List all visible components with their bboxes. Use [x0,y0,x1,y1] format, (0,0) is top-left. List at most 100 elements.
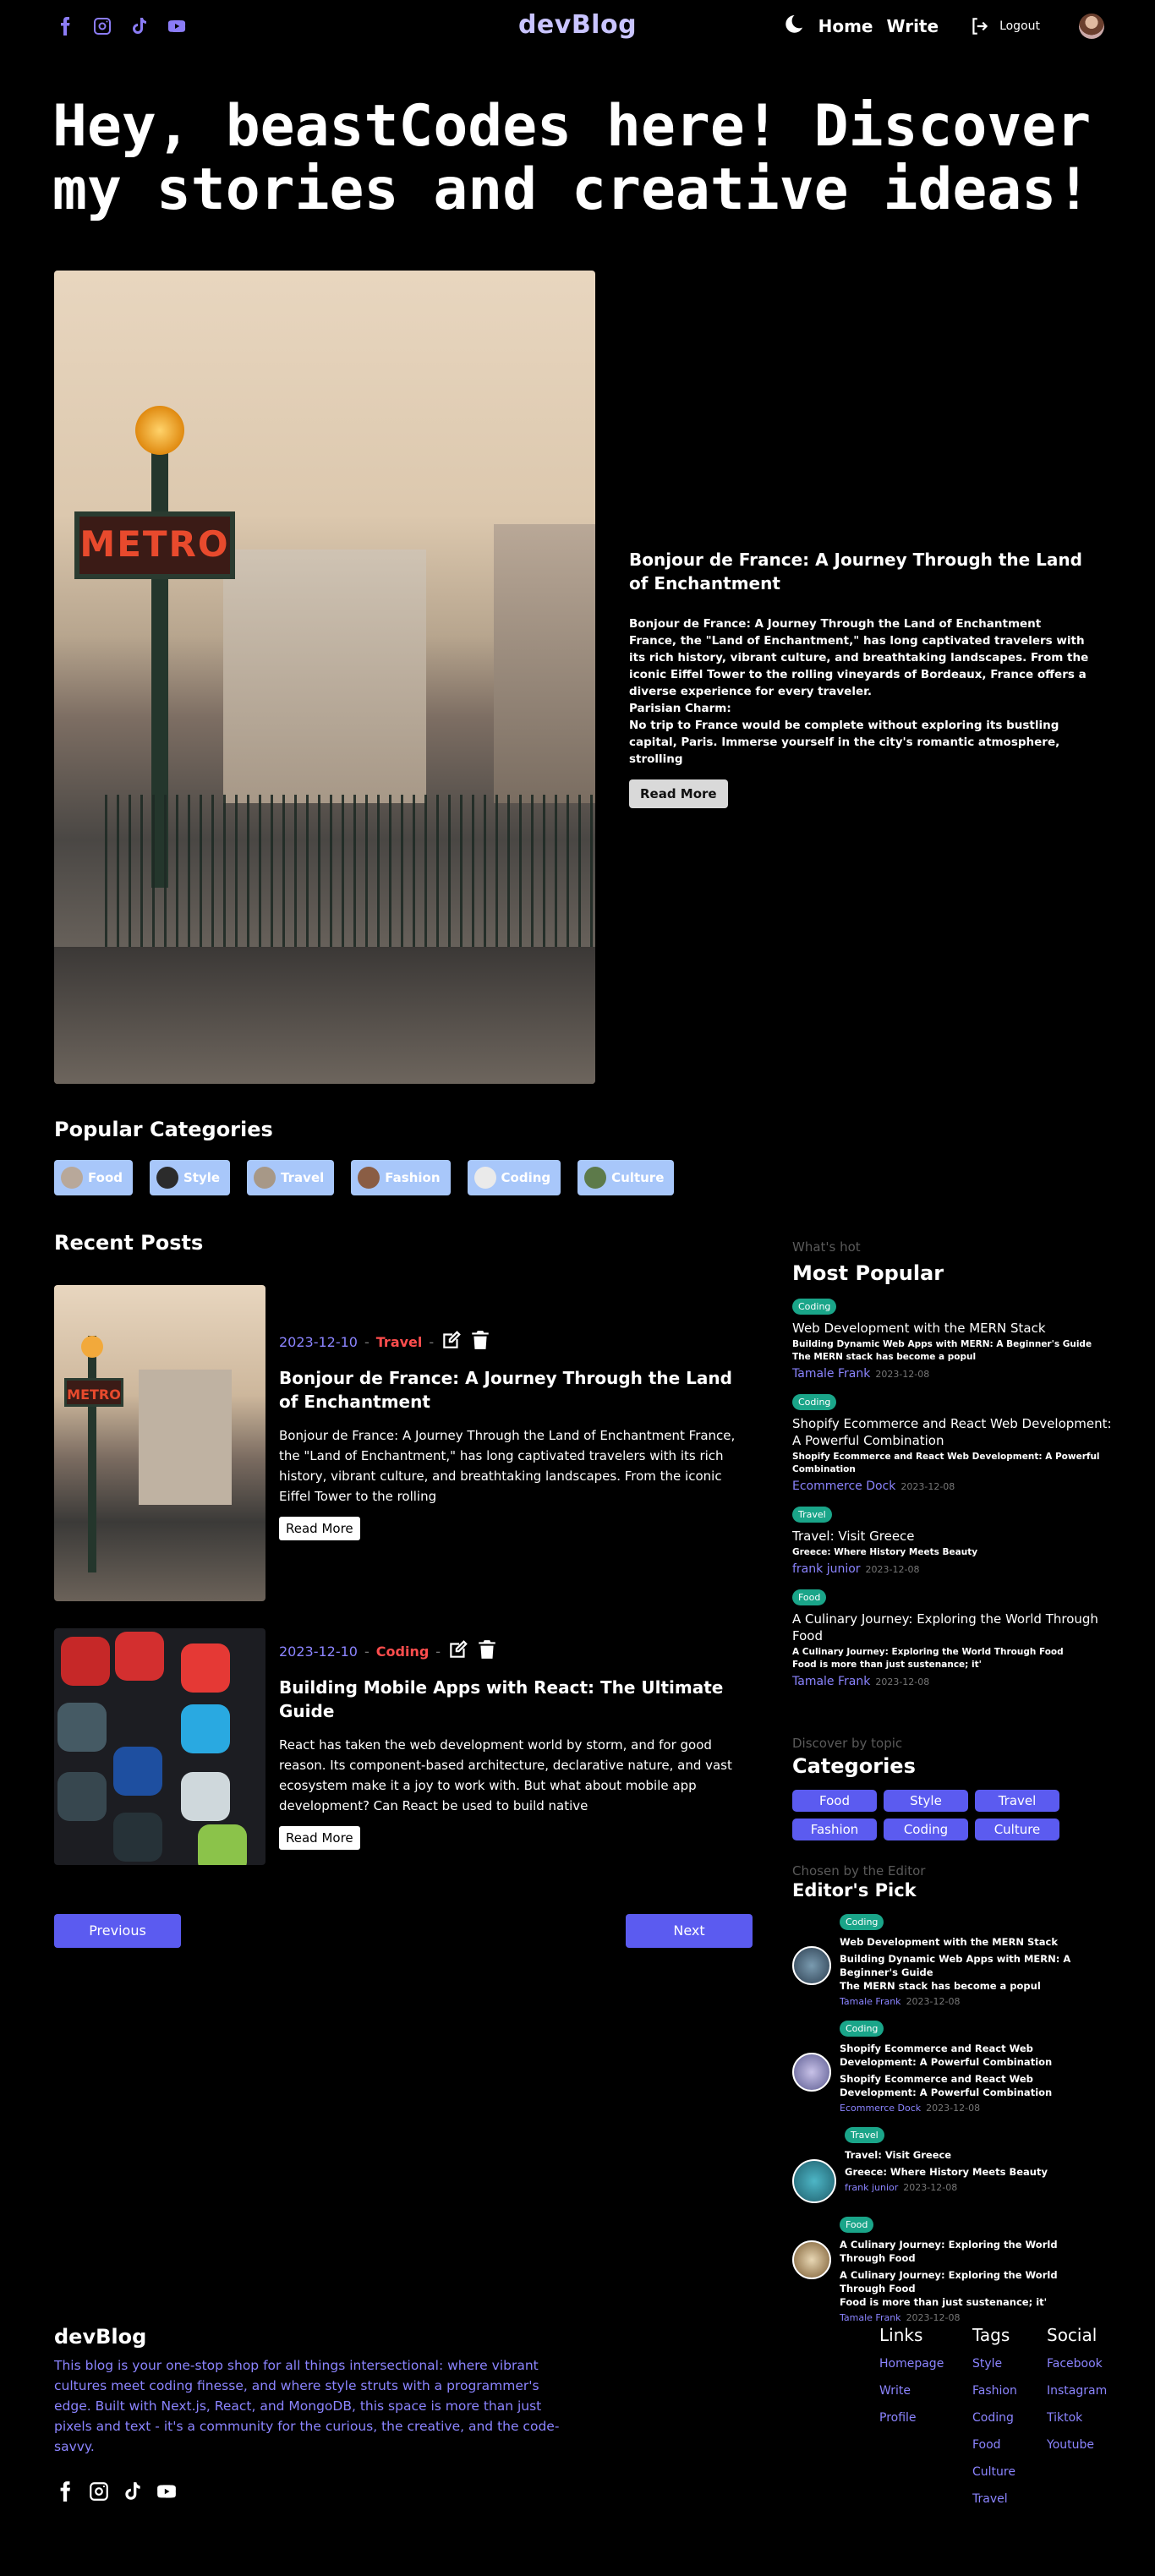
tiktok-icon[interactable] [122,2480,144,2506]
post-category[interactable]: Travel [376,1334,423,1350]
footer-tag-coding[interactable]: Coding [972,2411,1017,2425]
popular-post[interactable]: Travel Travel: Visit Greece Greece: Wher… [792,1505,1114,1576]
editor-pick-author[interactable]: Ecommerce Dock [840,2103,921,2114]
featured-read-more-button[interactable]: Read More [629,779,728,808]
popular-post-author[interactable]: frank junior [792,1562,861,1576]
post-card: METRO 2023-12-10 - Travel - Bonjour de F… [54,1285,756,1601]
logout-button[interactable]: Logout [969,15,1040,37]
footer-tag-fashion[interactable]: Fashion [972,2384,1017,2398]
topics-subtitle: Discover by topic [792,1736,903,1751]
nav-write-link[interactable]: Write [887,16,939,36]
nav-home-link[interactable]: Home [818,16,873,36]
topic-culture[interactable]: Culture [975,1819,1059,1840]
popular-post-date: 2023-12-08 [865,1564,920,1575]
post-thumbnail [792,2053,831,2092]
popular-post-author[interactable]: Tamale Frank [792,1367,870,1381]
next-button[interactable]: Next [626,1914,753,1948]
editor-pick-post[interactable]: Coding Shopify Ecommerce and React Web D… [792,2019,1114,2114]
popular-post[interactable]: Food A Culinary Journey: Exploring the W… [792,1588,1114,1688]
popular-post[interactable]: Coding Web Development with the MERN Sta… [792,1297,1114,1381]
post-date: 2023-12-10 [279,1333,358,1350]
popular-post[interactable]: Coding Shopify Ecommerce and React Web D… [792,1392,1114,1493]
footer-social-tiktok[interactable]: Tiktok [1047,2411,1107,2425]
topic-coding[interactable]: Coding [884,1819,968,1840]
featured-post-image[interactable]: METRO [54,271,595,1084]
post-category[interactable]: Coding [376,1643,430,1660]
read-more-button[interactable]: Read More [279,1517,360,1540]
footer-social-instagram[interactable]: Instagram [1047,2384,1107,2398]
footer-tag-food[interactable]: Food [972,2438,1017,2452]
post-title[interactable]: Bonjour de France: A Journey Through the… [279,1366,753,1414]
topic-style[interactable]: Style [884,1790,968,1812]
most-popular-section: What's hot Most Popular Coding Web Devel… [792,1239,1114,1688]
previous-button[interactable]: Previous [54,1914,181,1948]
footer-column-heading: Social [1047,2325,1098,2345]
post-tag[interactable]: Coding [792,1299,837,1315]
post-tag[interactable]: Coding [792,1394,837,1410]
featured-post: Bonjour de France: A Journey Through the… [629,548,1103,808]
popular-post-title[interactable]: A Culinary Journey: Exploring the World … [792,1611,1114,1644]
footer-tag-culture[interactable]: Culture [972,2465,1017,2479]
read-more-button[interactable]: Read More [279,1826,360,1850]
topic-food[interactable]: Food [792,1790,877,1812]
featured-post-description: Bonjour de France: A Journey Through the… [629,617,1089,766]
topic-travel[interactable]: Travel [975,1790,1059,1812]
post-tag[interactable]: Food [792,1589,827,1605]
footer-link-homepage[interactable]: Homepage [879,2357,944,2371]
category-chip-label: Coding [501,1170,551,1185]
footer-link-profile[interactable]: Profile [879,2411,944,2425]
editor-pick-post[interactable]: Coding Web Development with the MERN Sta… [792,1912,1114,2007]
edit-icon[interactable] [447,1638,469,1664]
category-chip-culture[interactable]: Culture [578,1160,675,1195]
footer-link-write[interactable]: Write [879,2384,944,2398]
editor-pick-author[interactable]: frank junior [845,2182,898,2193]
footer-social-facebook[interactable]: Facebook [1047,2357,1107,2371]
popular-post-title[interactable]: Web Development with the MERN Stack [792,1320,1114,1337]
editor-pick-author[interactable]: Tamale Frank [840,1996,901,2007]
popular-post-title[interactable]: Travel: Visit Greece [792,1528,1114,1545]
category-chip-style[interactable]: Style [150,1160,231,1195]
post-tag[interactable]: Coding [840,1914,884,1930]
post-tag[interactable]: Food [840,2217,874,2233]
footer-tag-style[interactable]: Style [972,2357,1017,2371]
instagram-icon[interactable] [88,2480,110,2506]
edit-icon[interactable] [441,1329,463,1354]
editor-pick-title[interactable]: Travel: Visit Greece [845,2148,1098,2162]
post-title[interactable]: Building Mobile Apps with React: The Ult… [279,1676,753,1723]
category-chip-travel[interactable]: Travel [247,1160,335,1195]
category-chip-coding[interactable]: Coding [467,1160,561,1195]
footer-tag-travel[interactable]: Travel [972,2492,1017,2506]
category-thumb [584,1167,607,1189]
editor-pick-title[interactable]: Shopify Ecommerce and React Web Developm… [840,2042,1093,2069]
footer-social-youtube[interactable]: Youtube [1047,2438,1107,2452]
footer-brand[interactable]: devBlog [54,2325,1103,2349]
trash-icon[interactable] [476,1638,498,1664]
post-tag[interactable]: Travel [792,1507,832,1523]
category-chip-food[interactable]: Food [54,1160,133,1195]
user-avatar[interactable] [1079,14,1104,39]
footer: devBlog This blog is your one-stop shop … [54,2325,1107,2506]
popular-post-author[interactable]: Ecommerce Dock [792,1479,895,1493]
trash-icon[interactable] [469,1329,491,1354]
meta-separator: - [435,1643,441,1660]
editors-pick-section: Chosen by the Editor Editor's Pick Codin… [792,1863,1114,2323]
footer-column-heading: Tags [972,2325,1010,2345]
most-popular-subtitle: What's hot [792,1239,861,1255]
category-chip-fashion[interactable]: Fashion [351,1160,451,1195]
editor-pick-post[interactable]: Travel Travel: Visit Greece Greece: Wher… [792,2125,1114,2203]
moon-icon[interactable] [783,14,805,39]
topic-fashion[interactable]: Fashion [792,1819,877,1840]
post-image[interactable]: METRO [54,1285,265,1601]
featured-post-title[interactable]: Bonjour de France: A Journey Through the… [629,548,1103,595]
post-tag[interactable]: Coding [840,2021,884,2037]
post-image[interactable] [54,1628,265,1865]
editor-pick-title[interactable]: Web Development with the MERN Stack [840,1935,1093,1949]
youtube-icon[interactable] [156,2480,178,2506]
editor-pick-author[interactable]: Tamale Frank [840,2312,901,2323]
post-tag[interactable]: Travel [845,2127,884,2143]
editor-pick-post[interactable]: Food A Culinary Journey: Exploring the W… [792,2215,1114,2323]
popular-post-author[interactable]: Tamale Frank [792,1675,870,1688]
facebook-icon[interactable] [54,2480,76,2506]
editor-pick-title[interactable]: A Culinary Journey: Exploring the World … [840,2238,1093,2265]
popular-post-title[interactable]: Shopify Ecommerce and React Web Developm… [792,1415,1114,1449]
